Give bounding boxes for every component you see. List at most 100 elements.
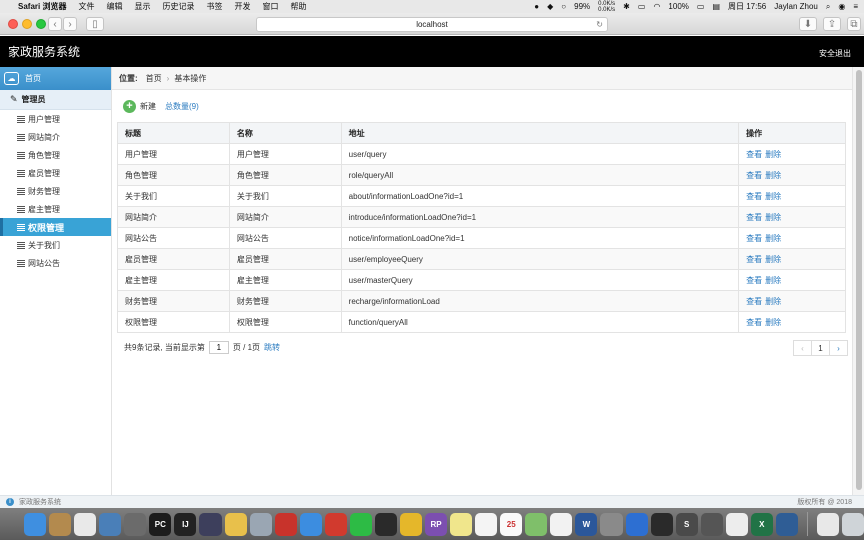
launchpad-icon[interactable] [124, 512, 147, 536]
tabs-button[interactable]: ⧉ [847, 17, 861, 31]
qq2-icon[interactable] [650, 512, 673, 536]
sidebar-home[interactable]: ☁ 首页 [0, 67, 111, 90]
view-link[interactable]: 查看 [746, 150, 762, 159]
menu-item[interactable]: 书签 [206, 1, 222, 12]
delete-link[interactable]: 删除 [765, 213, 781, 222]
scissor-icon[interactable] [700, 512, 723, 536]
notes-icon[interactable] [49, 512, 72, 536]
safari-icon[interactable] [299, 512, 322, 536]
page-button-current[interactable]: 1 [811, 340, 830, 356]
menu-item[interactable]: 编辑 [106, 1, 122, 12]
sidebar-item-permissions[interactable]: 权限管理 [0, 218, 111, 236]
photos-icon[interactable] [74, 512, 97, 536]
redis-icon[interactable] [274, 512, 297, 536]
column-header-url[interactable]: 地址 [340, 122, 740, 144]
breadcrumb-home[interactable]: 首页 [146, 73, 162, 84]
fullscreen-window-button[interactable] [36, 19, 46, 29]
calendar-icon[interactable]: 25 [500, 512, 523, 536]
sidebar-item-about[interactable]: 关于我们 [0, 236, 111, 254]
finder-icon[interactable] [24, 512, 47, 536]
url-text[interactable]: localhost [416, 20, 448, 29]
menu-item[interactable]: 显示 [134, 1, 150, 12]
delete-link[interactable]: 删除 [765, 276, 781, 285]
total-count-link[interactable]: 总数量(9) [165, 101, 199, 112]
wechat-status-icon[interactable]: ● [534, 2, 539, 11]
jump-link[interactable]: 跳转 [264, 342, 280, 353]
reload-icon[interactable]: ↻ [596, 18, 603, 31]
view-link[interactable]: 查看 [746, 297, 762, 306]
view-link[interactable]: 查看 [746, 255, 762, 264]
page-number-input[interactable] [208, 341, 229, 354]
delete-link[interactable]: 删除 [765, 318, 781, 327]
prev-page-button[interactable]: ‹ [793, 340, 812, 356]
menu-item[interactable]: 开发 [234, 1, 250, 12]
disk-icon[interactable] [249, 512, 272, 536]
address-bar[interactable]: localhost ↻ [256, 17, 608, 32]
folder-icon[interactable] [816, 512, 839, 536]
axure-icon[interactable]: RP [425, 512, 448, 536]
stickies-icon[interactable] [450, 512, 473, 536]
qq-icon[interactable] [374, 512, 397, 536]
word-icon[interactable]: W [575, 512, 598, 536]
delete-link[interactable]: 删除 [765, 255, 781, 264]
menu-item[interactable]: 窗口 [262, 1, 278, 12]
trash-icon[interactable] [841, 512, 864, 536]
delete-link[interactable]: 删除 [765, 171, 781, 180]
view-link[interactable]: 查看 [746, 234, 762, 243]
logout-link[interactable]: 安全退出 [819, 48, 851, 59]
bell-icon[interactable]: ◆ [547, 2, 553, 11]
sublime2-icon[interactable]: S [675, 512, 698, 536]
reminders-icon[interactable] [475, 512, 498, 536]
sidebar-item-notice[interactable]: 网站公告 [0, 254, 111, 272]
sidebar-item-employers[interactable]: 雇主管理 [0, 200, 111, 218]
globe-icon[interactable] [775, 512, 798, 536]
sidebar-item-finance[interactable]: 财务管理 [0, 182, 111, 200]
sidebar-toggle-button[interactable]: ▯ [86, 17, 104, 31]
downloads-button[interactable]: ⬇ [799, 17, 817, 31]
view-link[interactable]: 查看 [746, 171, 762, 180]
wechat-icon[interactable] [349, 512, 372, 536]
menu-app-name[interactable]: Safari 浏览器 [18, 1, 66, 12]
view-link[interactable]: 查看 [746, 213, 762, 222]
siri-icon[interactable]: ◉ [838, 2, 845, 11]
notification-center-icon[interactable]: ≡ [853, 2, 858, 11]
mail-icon[interactable] [324, 512, 347, 536]
scrollbar-thumb[interactable] [856, 70, 862, 490]
view-link[interactable]: 查看 [746, 192, 762, 201]
column-header-title[interactable]: 标题 [117, 122, 230, 144]
menu-item[interactable]: 文件 [78, 1, 94, 12]
maps-icon[interactable] [525, 512, 548, 536]
delete-link[interactable]: 删除 [765, 234, 781, 243]
system-prefs-icon[interactable] [600, 512, 623, 536]
baidu-icon[interactable] [625, 512, 648, 536]
flag-icon[interactable]: ▤ [712, 2, 720, 11]
menu-item[interactable]: 历史记录 [162, 1, 194, 12]
vertical-scrollbar[interactable] [852, 67, 864, 495]
music-icon[interactable] [550, 512, 573, 536]
view-link[interactable]: 查看 [746, 318, 762, 327]
close-window-button[interactable] [8, 19, 18, 29]
view-link[interactable]: 查看 [746, 276, 762, 285]
pycharm-icon[interactable]: PC [149, 512, 172, 536]
sidebar-item-users[interactable]: 用户管理 [0, 110, 111, 128]
add-button[interactable]: 新建 [140, 101, 156, 112]
wifi-icon[interactable]: ◠ [653, 2, 660, 11]
bluetooth-icon[interactable]: ✱ [623, 2, 630, 11]
clock[interactable]: 周日 17:56 [728, 1, 766, 12]
next-page-button[interactable]: › [829, 340, 848, 356]
chrome-icon[interactable] [399, 512, 422, 536]
column-header-name[interactable]: 名称 [228, 122, 342, 144]
forward-button[interactable]: › [63, 17, 77, 31]
delete-link[interactable]: 删除 [765, 297, 781, 306]
sidebar-item-employees[interactable]: 雇员管理 [0, 164, 111, 182]
intellij-icon[interactable]: IJ [174, 512, 197, 536]
minimize-window-button[interactable] [22, 19, 32, 29]
sidebar-section-admin[interactable]: ✎ 管理员 [0, 90, 111, 110]
delete-link[interactable]: 删除 [765, 150, 781, 159]
back-button[interactable]: ‹ [48, 17, 62, 31]
battery-icon[interactable]: ▭ [697, 2, 705, 11]
paper-icon[interactable] [725, 512, 748, 536]
share-button[interactable]: ⇪ [823, 17, 841, 31]
sidebar-item-site-intro[interactable]: 网站简介 [0, 128, 111, 146]
delete-link[interactable]: 删除 [765, 192, 781, 201]
